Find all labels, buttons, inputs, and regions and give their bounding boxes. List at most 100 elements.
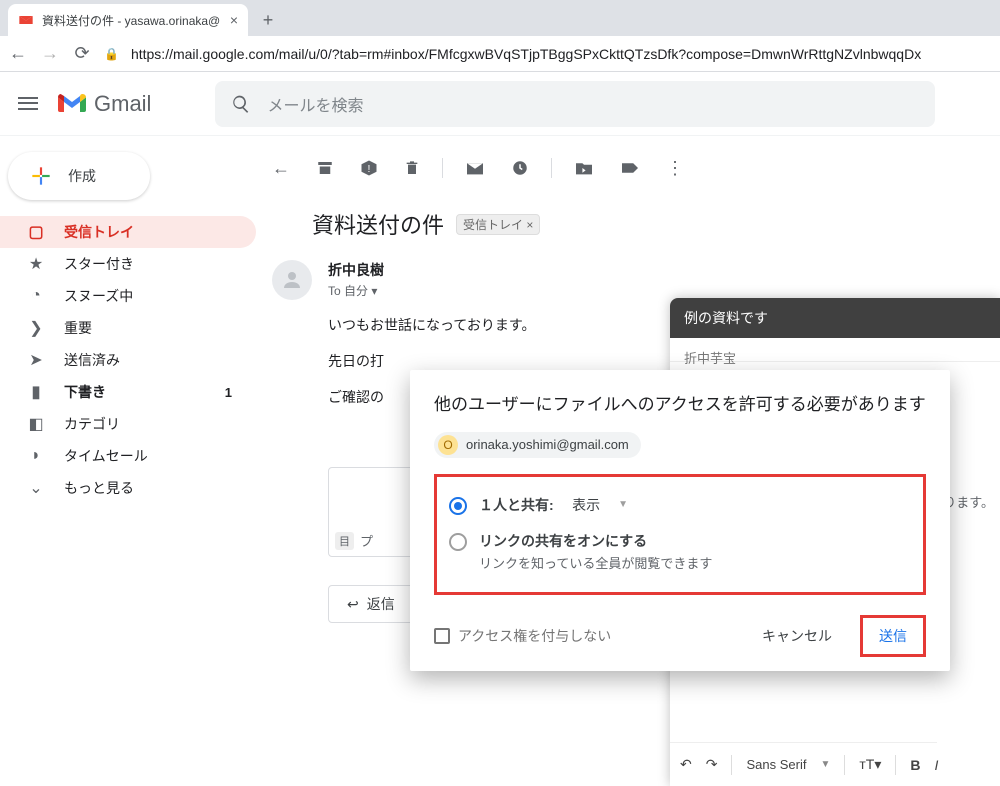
- sidebar-item-label: 送信済み: [64, 350, 120, 370]
- radio-selected-icon[interactable]: [449, 497, 467, 515]
- divider: [895, 755, 896, 775]
- more-icon[interactable]: ⋮: [666, 158, 684, 179]
- attachment-label: プ: [360, 531, 373, 550]
- clock-icon: ◔: [26, 287, 46, 305]
- sidebar-item-sent[interactable]: ➤ 送信済み: [0, 344, 256, 376]
- send-highlight: 送信: [860, 615, 926, 657]
- gmail-header: Gmail メールを検索: [0, 72, 1000, 136]
- browser-tab[interactable]: 資料送付の件 - yasawa.orinaka@ ×: [8, 4, 248, 36]
- back-icon[interactable]: ←: [272, 158, 290, 179]
- action-bar: ← ! ⋮: [272, 144, 984, 192]
- sender-name: 折中良樹: [328, 260, 984, 280]
- lock-icon: 🔒: [104, 47, 119, 61]
- browser-toolbar: ← → ⟳ 🔒 https://mail.google.com/mail/u/0…: [0, 36, 1000, 72]
- svg-text:!: !: [368, 163, 371, 175]
- sent-icon: ➤: [26, 350, 46, 370]
- radio-unselected-icon[interactable]: [449, 533, 467, 551]
- divider: [844, 755, 845, 775]
- delete-icon[interactable]: [404, 159, 420, 177]
- share-dialog: 他のユーザーにファイルへのアクセスを許可する必要があります O orinaka.…: [410, 370, 950, 671]
- nav-forward-icon: →: [40, 43, 60, 64]
- search-placeholder: メールを検索: [267, 92, 363, 116]
- no-access-label: アクセス権を付与しない: [458, 626, 740, 646]
- redo-icon[interactable]: ↷: [706, 756, 718, 773]
- sidebar-item-label: スター付き: [64, 254, 134, 274]
- chevron-down-icon: ▼: [618, 499, 628, 510]
- italic-icon[interactable]: I: [934, 757, 938, 773]
- compose-title-bar[interactable]: 例の資料です: [670, 298, 1000, 338]
- mark-unread-icon[interactable]: [465, 160, 485, 176]
- new-tab-button[interactable]: +: [254, 6, 282, 34]
- font-select[interactable]: Sans Serif: [746, 757, 806, 772]
- url-bar[interactable]: https://mail.google.com/mail/u/0/?tab=rm…: [131, 46, 921, 62]
- sidebar-item-label: 重要: [64, 318, 92, 338]
- subject: 資料送付の件: [312, 208, 444, 240]
- star-icon: ★: [26, 254, 46, 274]
- sidebar-item-label-timesale[interactable]: ◗ タイムセール: [0, 440, 256, 472]
- important-icon: ❯: [26, 318, 46, 338]
- sidebar-item-label: タイムセール: [64, 446, 148, 466]
- sidebar-item-label: 下書き: [64, 382, 207, 402]
- sidebar-item-drafts[interactable]: ▮ 下書き 1: [0, 376, 256, 408]
- reply-label: 返信: [367, 594, 395, 614]
- permission-select[interactable]: 表示 ▼: [572, 495, 628, 515]
- search-icon[interactable]: [231, 94, 251, 114]
- label-icon: ◗: [26, 447, 46, 465]
- sidebar-item-categories[interactable]: ◧ カテゴリ: [0, 408, 256, 440]
- draft-icon: ▮: [26, 382, 46, 402]
- compose-recipient-row[interactable]: 折中芋宝: [670, 338, 1000, 362]
- chevron-down-icon: ⌄: [26, 478, 46, 498]
- sidebar-item-inbox[interactable]: ▢ 受信トレイ: [0, 216, 256, 248]
- no-access-checkbox[interactable]: [434, 628, 450, 644]
- font-size-icon[interactable]: тT▾: [859, 756, 881, 773]
- divider: [442, 158, 443, 178]
- inbox-icon: ▢: [26, 222, 46, 242]
- sidebar-item-important[interactable]: ❯ 重要: [0, 312, 256, 344]
- sidebar-item-more[interactable]: ⌄ もっと見る: [0, 472, 256, 504]
- compose-title: 例の資料です: [684, 310, 768, 326]
- main-menu-icon[interactable]: [16, 92, 40, 116]
- close-tab-icon[interactable]: ×: [230, 12, 238, 28]
- sidebar-item-label: 受信トレイ: [64, 222, 134, 242]
- sidebar-item-label: スヌーズ中: [64, 286, 133, 306]
- bold-icon[interactable]: B: [910, 757, 920, 773]
- move-to-icon[interactable]: [574, 160, 594, 176]
- option-sub: リンクを知っている全員が閲覧できます: [479, 553, 712, 572]
- cancel-button[interactable]: キャンセル: [748, 618, 846, 654]
- gmail-logo[interactable]: Gmail: [56, 91, 151, 117]
- recipient-chip[interactable]: O orinaka.yoshimi@gmail.com: [434, 432, 641, 458]
- send-button[interactable]: 送信: [865, 618, 921, 654]
- recipient-email: orinaka.yoshimi@gmail.com: [466, 437, 629, 452]
- category-icon: ◧: [26, 414, 46, 434]
- option-label: リンクの共有をオンにする: [479, 531, 712, 551]
- divider: [551, 158, 552, 178]
- compose-plus-icon: [28, 163, 54, 189]
- sidebar-item-label: もっと見る: [64, 478, 134, 498]
- subject-label-chip[interactable]: 受信トレイ ×: [456, 214, 540, 235]
- sender-avatar[interactable]: [272, 260, 312, 300]
- archive-icon[interactable]: [316, 159, 334, 177]
- nav-reload-icon[interactable]: ⟳: [72, 43, 92, 64]
- spam-icon[interactable]: !: [360, 159, 378, 177]
- sidebar-item-label: カテゴリ: [64, 414, 120, 434]
- dialog-title: 他のユーザーにファイルへのアクセスを許可する必要があります: [434, 392, 926, 418]
- share-option-link[interactable]: リンクの共有をオンにする リンクを知っている全員が閲覧できます: [445, 523, 915, 580]
- nav-back-icon[interactable]: ←: [8, 43, 28, 64]
- draft-count: 1: [225, 385, 232, 400]
- search-bar[interactable]: メールを検索: [215, 81, 935, 127]
- chevron-down-icon[interactable]: ▼: [820, 759, 830, 770]
- gmail-logo-text: Gmail: [94, 91, 151, 117]
- options-highlight: １人と共有: 表示 ▼ リンクの共有をオンにする リンクを知っている全員が閲覧で…: [434, 474, 926, 595]
- divider: [731, 755, 732, 775]
- browser-tab-title: 資料送付の件 - yasawa.orinaka@: [42, 12, 222, 29]
- undo-icon[interactable]: ↶: [680, 756, 692, 773]
- to-line[interactable]: To 自分 ▾: [328, 282, 984, 299]
- share-option-people[interactable]: １人と共有: 表示 ▼: [445, 487, 915, 523]
- compose-button[interactable]: 作成: [8, 152, 150, 200]
- reply-button[interactable]: ↩ 返信: [328, 585, 414, 623]
- browser-tab-strip: 資料送付の件 - yasawa.orinaka@ × +: [0, 0, 1000, 36]
- snooze-icon[interactable]: [511, 159, 529, 177]
- sidebar-item-snoozed[interactable]: ◔ スヌーズ中: [0, 280, 256, 312]
- labels-icon[interactable]: [620, 160, 640, 176]
- sidebar-item-starred[interactable]: ★ スター付き: [0, 248, 256, 280]
